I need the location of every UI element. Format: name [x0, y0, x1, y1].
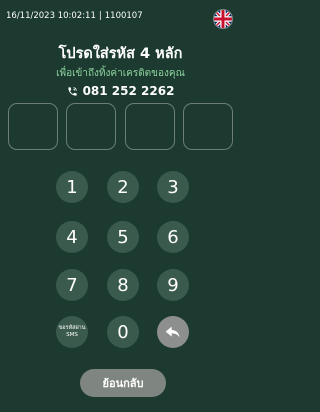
key-7[interactable]: 7 — [56, 269, 88, 301]
uk-flag-icon[interactable] — [213, 9, 233, 29]
page-title: โปรดใส่รหัส 4 หลัก — [58, 46, 183, 62]
status-datetime: 16/11/2023 10:02:11 — [6, 11, 96, 21]
pin-digit-box-4[interactable] — [182, 103, 233, 150]
status-bar: 16/11/2023 10:02:11 | 1100107 — [6, 11, 143, 21]
pin-digit-box-3[interactable] — [124, 103, 175, 150]
key-9[interactable]: 9 — [157, 269, 189, 301]
key-0[interactable]: 0 — [107, 316, 139, 348]
key-3[interactable]: 3 — [157, 171, 189, 203]
key-6[interactable]: 6 — [157, 221, 189, 253]
request-sms-password-button[interactable]: ขอรหัสผ่าน SMS — [56, 316, 88, 348]
pin-digit-box-2[interactable] — [66, 103, 117, 150]
key-1[interactable]: 1 — [56, 171, 88, 203]
key-2[interactable]: 2 — [107, 171, 139, 203]
phone-number-row: 081 252 2262 — [0, 84, 241, 98]
pin-digit-box-1[interactable] — [8, 103, 58, 150]
page-subtitle: เพื่อเข้าถึงทิ้งค่าเครดิตของคุณ — [56, 68, 185, 79]
sms-label-line2: SMS — [66, 332, 78, 338]
phone-icon — [67, 86, 77, 96]
terminal-id: 1100107 — [104, 11, 143, 21]
phone-number: 081 252 2262 — [82, 84, 175, 98]
sms-label-line1: ขอรหัสผ่าน — [58, 325, 86, 331]
key-5[interactable]: 5 — [107, 221, 139, 253]
status-separator: | — [98, 11, 102, 21]
backspace-arrow-icon — [165, 326, 180, 338]
back-button[interactable]: ย้อนกลับ — [80, 369, 166, 397]
pin-entry-row — [8, 103, 233, 150]
backspace-button[interactable] — [157, 316, 189, 348]
key-8[interactable]: 8 — [107, 269, 139, 301]
key-4[interactable]: 4 — [56, 221, 88, 253]
